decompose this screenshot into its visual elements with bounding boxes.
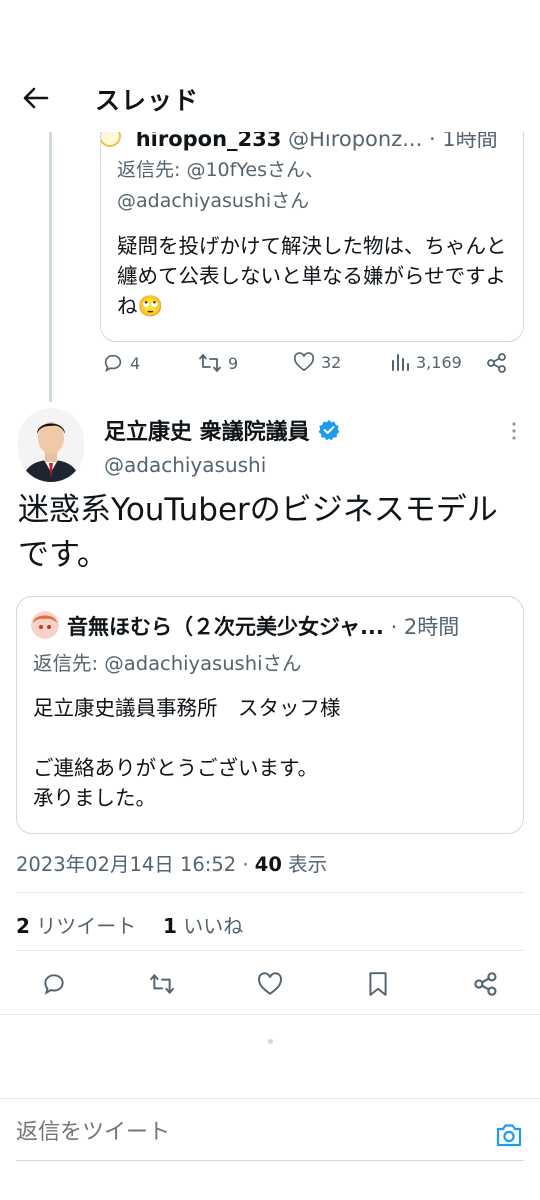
timestamp-text: 2023年02月14日 16:52 ·	[16, 853, 255, 876]
top-bar: スレッド	[0, 60, 540, 132]
retweet-icon[interactable]	[146, 968, 178, 1000]
reply-input-underline	[16, 1160, 524, 1161]
loading-indicator	[268, 1039, 273, 1044]
divider	[16, 950, 524, 951]
bookmark-icon[interactable]	[362, 968, 394, 1000]
reply-count: 4	[130, 353, 141, 373]
like-icon	[293, 352, 315, 372]
views-button[interactable]: 3,169	[390, 352, 462, 372]
tweet-action-bar	[16, 966, 524, 1002]
camera-icon[interactable]	[494, 1121, 524, 1149]
reply-icon	[102, 352, 124, 374]
retweet-count: 2	[16, 914, 30, 938]
reply-to-link[interactable]: @adachiyasushiさん	[117, 190, 309, 212]
author-name: 音無ほむら（２次元美少女ジャ...	[67, 615, 384, 639]
quoted-tweet-header: 音無ほむら（２次元美少女ジャ... · 2時間	[67, 611, 459, 641]
like-button[interactable]: 32	[293, 352, 341, 372]
share-icon	[486, 352, 508, 374]
divider	[16, 892, 524, 893]
author-handle[interactable]: @adachiyasushi	[104, 453, 266, 477]
views-count: 3,169	[416, 352, 462, 372]
quoted-reply-text: 疑問を投げかけて解決した物は、ちゃんと纏めて公表しないと単なる嫌がらせですよね🙄	[117, 234, 507, 318]
reply-to: 返信先: @adachiyasushiさん	[33, 652, 302, 675]
reply-button[interactable]: 4	[102, 352, 140, 374]
like-label: いいね	[176, 914, 244, 938]
reply-input[interactable]	[16, 1120, 466, 1145]
reply-icon[interactable]	[38, 968, 70, 1000]
retweet-icon	[198, 352, 222, 374]
page-title: スレッド	[95, 86, 200, 115]
retweet-button[interactable]: 9	[198, 352, 238, 374]
avatar[interactable]	[18, 408, 84, 482]
author-name-text: 足立康史 衆議院議員	[104, 420, 310, 445]
quoted-tweet-card[interactable]: 音無ほむら（２次元美少女ジャ... · 2時間 返信先: @adachiyasu…	[16, 596, 524, 834]
avatar	[31, 611, 59, 639]
retweet-count: 9	[228, 353, 239, 373]
like-stat[interactable]: 1 いいね	[163, 914, 243, 938]
tweet-timestamp: 2023年02月14日 16:52 · 40 表示	[16, 848, 327, 877]
like-icon[interactable]	[254, 968, 286, 1000]
verified-badge-icon	[318, 419, 340, 441]
divider	[0, 1098, 540, 1099]
like-count: 1	[163, 914, 177, 938]
retweet-stat[interactable]: 2 リツイート	[16, 914, 136, 938]
author-name[interactable]: 足立康史 衆議院議員	[104, 414, 340, 446]
reply-action-bar: 4 9 32 3,169	[100, 352, 520, 382]
like-count: 32	[321, 352, 342, 372]
quoted-reply-card[interactable]: hiropon_233 @Hiroponz... · 1時間 返信先: @10f…	[100, 112, 524, 342]
retweet-label: リツイート	[29, 914, 137, 938]
share-button[interactable]	[486, 352, 508, 374]
thread-connector-line	[49, 132, 52, 402]
quoted-tweet-text: 足立康史議員事務所 スタッフ様 ご連絡ありがとうございます。 承りました。	[33, 696, 341, 810]
views-count: 40	[254, 853, 282, 876]
views-icon	[390, 352, 410, 372]
tweet-text: 迷惑系YouTuberのビジネスモデルです。	[18, 492, 498, 573]
back-arrow-icon[interactable]	[18, 80, 54, 116]
post-time: · 2時間	[383, 615, 460, 639]
divider	[0, 1014, 540, 1015]
share-icon[interactable]	[470, 968, 502, 1000]
reply-to-label: 返信先:	[117, 159, 181, 181]
more-icon[interactable]	[505, 420, 523, 442]
engagement-counts: 2 リツイート 1 いいね	[16, 910, 243, 939]
views-label: 表示	[281, 853, 328, 876]
reply-to: 返信先: @10fYesさん、 @adachiyasushiさん	[117, 155, 324, 217]
reply-to-link[interactable]: @10fYesさん、	[186, 159, 324, 181]
